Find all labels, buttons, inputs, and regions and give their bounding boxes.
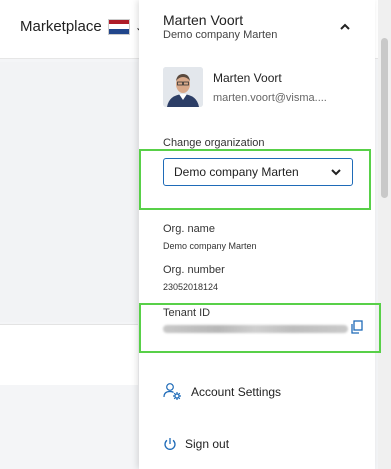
org-number-value: 23052018124 [163, 282, 219, 292]
account-settings-link[interactable]: Account Settings [163, 382, 281, 402]
highlight-box-organization [139, 149, 371, 210]
marketplace-menu[interactable]: Marketplace ⌄ [20, 18, 145, 35]
power-icon [164, 438, 176, 450]
highlight-box-tenant-id [139, 303, 381, 353]
header-organization: Demo company Marten [163, 29, 278, 41]
account-settings-label: Account Settings [191, 385, 282, 399]
chevron-up-icon [340, 23, 350, 30]
org-number-label: Org. number [163, 264, 225, 276]
org-name-label: Org. name [163, 223, 215, 235]
org-name-value: Demo company Marten [163, 241, 257, 251]
marketplace-label: Marketplace [20, 18, 102, 35]
collapse-button[interactable] [336, 18, 354, 36]
profile-email: marten.voort@visma.... [213, 92, 327, 104]
sign-out-label: Sign out [185, 437, 230, 451]
user-photo-icon [163, 67, 203, 107]
sign-out-link[interactable]: Sign out [163, 437, 229, 451]
header-user-name: Marten Voort [163, 12, 244, 28]
background-content [0, 62, 138, 322]
profile-name: Marten Voort [213, 71, 282, 85]
scrollbar-thumb[interactable] [381, 38, 388, 198]
user-settings-icon [163, 383, 181, 400]
background-content-lower [0, 385, 138, 469]
background-card [0, 324, 138, 386]
change-organization-label: Change organization [163, 137, 265, 149]
avatar [163, 67, 203, 107]
netherlands-flag-icon [107, 18, 130, 35]
